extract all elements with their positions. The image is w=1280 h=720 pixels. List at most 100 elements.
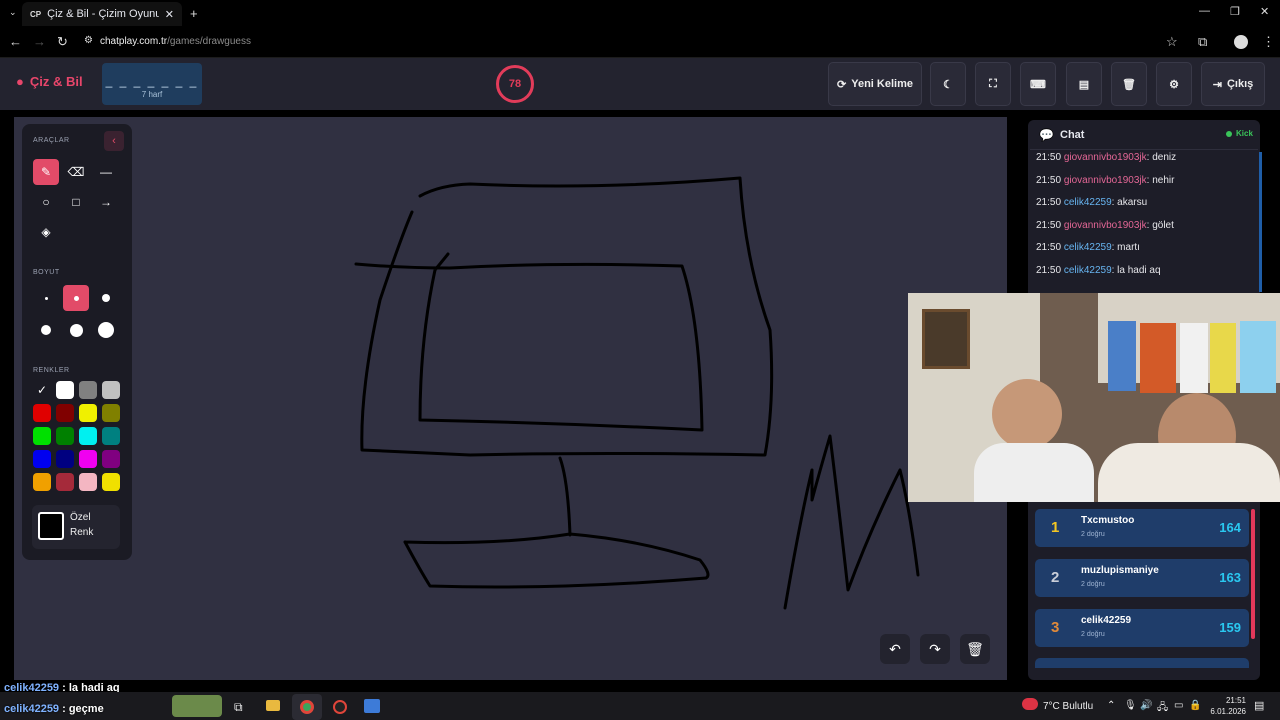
search-widget-image[interactable] xyxy=(172,695,222,717)
square-icon: □ xyxy=(72,195,80,209)
message-time: 21:50 xyxy=(1036,242,1062,254)
circle-tool[interactable]: ○ xyxy=(33,189,59,215)
chevron-left-icon: ‹ xyxy=(112,135,116,147)
leaderboard-row-partial xyxy=(1035,658,1249,668)
message-user[interactable]: giovannivbo1903jk xyxy=(1064,175,1147,186)
rank-number: 1 xyxy=(1051,519,1060,536)
color-swatch[interactable] xyxy=(79,450,97,468)
webcam-portrait-frame xyxy=(922,309,970,369)
color-swatch[interactable]: ✓ xyxy=(33,381,51,399)
color-swatch[interactable] xyxy=(102,473,120,491)
chat-message: 21:50 celik42259: martı xyxy=(1036,242,1140,253)
message-text: : la hadi aq xyxy=(1111,265,1161,276)
size-dot xyxy=(102,294,110,302)
arrow-tool[interactable]: → xyxy=(93,189,119,215)
collapse-panel-button[interactable]: ‹ xyxy=(104,131,124,151)
color-swatch[interactable] xyxy=(102,450,120,468)
notifications-icon[interactable]: ▤ xyxy=(1254,699,1264,712)
size-dot xyxy=(98,322,114,338)
color-swatch[interactable] xyxy=(102,381,120,399)
chrome-icon xyxy=(300,700,314,714)
size-option-2[interactable] xyxy=(63,285,89,311)
chat-message: 21:50 giovannivbo1903jk: nehir xyxy=(1036,175,1174,186)
eraser-icon: ⌫ xyxy=(67,165,85,179)
color-swatch[interactable] xyxy=(79,427,97,445)
message-user[interactable]: giovannivbo1903jk xyxy=(1064,220,1147,231)
webcam-jersey xyxy=(1180,323,1208,393)
size-option-5[interactable] xyxy=(63,317,89,343)
eraser-tool[interactable]: ⌫ xyxy=(63,159,89,185)
color-swatch[interactable] xyxy=(56,381,74,399)
clock[interactable]: 21:51 6.01.2026 xyxy=(1206,695,1246,717)
message-user[interactable]: giovannivbo1903jk xyxy=(1064,152,1147,163)
redo-button[interactable]: ↷ xyxy=(920,634,950,664)
lock-icon[interactable]: 🔒 xyxy=(1189,700,1201,711)
task-view-icon[interactable]: ⧉ xyxy=(234,700,243,715)
weather-text[interactable]: 7°C Bulutlu xyxy=(1043,701,1093,712)
file-explorer-icon[interactable] xyxy=(266,700,280,711)
clear-canvas-button[interactable]: 🗑 xyxy=(960,634,990,664)
webcam-person-right-shirt xyxy=(1098,443,1280,502)
color-swatch[interactable] xyxy=(33,427,51,445)
battery-icon[interactable]: ▭ xyxy=(1174,700,1183,711)
message-user[interactable]: celik42259 xyxy=(1064,197,1112,208)
color-swatch[interactable] xyxy=(33,450,51,468)
chat-scrollbar[interactable] xyxy=(1259,152,1262,292)
message-time: 21:50 xyxy=(1036,152,1062,163)
color-swatch[interactable] xyxy=(102,404,120,422)
color-swatch[interactable] xyxy=(56,473,74,491)
webcam-video xyxy=(908,293,1280,502)
rectangle-tool[interactable]: □ xyxy=(63,189,89,215)
chat-messages: 21:50 giovannivbo1903jk: deniz 21:50 giov… xyxy=(1036,152,1256,292)
message-text: : akarsu xyxy=(1111,197,1148,209)
app-window-icon[interactable] xyxy=(364,699,380,713)
chat-header: 💬 Chat Kick xyxy=(1030,122,1258,150)
size-option-4[interactable] xyxy=(33,317,59,343)
custom-color-button[interactable]: Özel Renk xyxy=(32,505,120,549)
message-time: 21:50 xyxy=(1036,197,1062,209)
brush-tool[interactable]: ✎ xyxy=(33,159,59,185)
color-swatch[interactable] xyxy=(33,473,51,491)
overlay-text: : geçme xyxy=(59,703,104,715)
network-icon[interactable]: 🖧 xyxy=(1157,700,1168,717)
leaderboard-scrollbar[interactable] xyxy=(1251,509,1255,639)
obs-icon[interactable] xyxy=(333,700,347,714)
circle-icon: ○ xyxy=(42,195,50,209)
color-swatch[interactable] xyxy=(79,404,97,422)
correct-count: 2 doğru xyxy=(1081,631,1105,638)
microphone-icon[interactable]: 🎙 xyxy=(1124,700,1137,711)
size-option-6[interactable] xyxy=(93,317,119,343)
correct-count: 2 doğru xyxy=(1081,531,1105,538)
message-user[interactable]: celik42259 xyxy=(1064,242,1112,253)
color-swatch[interactable] xyxy=(79,473,97,491)
color-swatch[interactable] xyxy=(33,404,51,422)
webcam-jersey xyxy=(1240,321,1276,393)
player-score: 163 xyxy=(1219,570,1241,585)
chrome-taskbar-button[interactable] xyxy=(292,694,322,720)
leaderboard-row: 2 muzlupismaniye 2 doğru 163 xyxy=(1035,559,1249,597)
chat-platform: Kick xyxy=(1236,129,1253,138)
color-swatch[interactable] xyxy=(79,381,97,399)
webcam-jersey xyxy=(1140,323,1176,393)
overlay-message-2: celik42259 : geçme xyxy=(4,703,104,715)
size-option-1[interactable] xyxy=(33,285,59,311)
player-name: muzlupismaniye xyxy=(1081,565,1159,576)
color-swatch[interactable] xyxy=(102,427,120,445)
size-dot xyxy=(44,296,48,300)
clock-date: 6.01.2026 xyxy=(1210,707,1246,716)
line-tool[interactable]: — xyxy=(93,159,119,185)
tray-overflow-icon[interactable]: ⌃ xyxy=(1107,700,1115,711)
color-swatch[interactable] xyxy=(56,450,74,468)
trash-icon: 🗑 xyxy=(966,640,984,657)
color-swatch[interactable] xyxy=(56,404,74,422)
size-option-3[interactable] xyxy=(93,285,119,311)
message-text: : deniz xyxy=(1146,152,1177,163)
speaker-icon[interactable]: 🔊 xyxy=(1140,700,1152,711)
leaderboard-row: 3 celik42259 2 doğru 159 xyxy=(1035,609,1249,647)
fill-tool[interactable]: ◈ xyxy=(33,219,59,245)
chat-message: 21:50 celik42259: la hadi aq xyxy=(1036,265,1161,276)
custom-color-label-line1: Özel xyxy=(70,512,91,523)
undo-button[interactable]: ↶ xyxy=(880,634,910,664)
color-swatch[interactable] xyxy=(56,427,74,445)
message-user[interactable]: celik42259 xyxy=(1064,265,1112,276)
